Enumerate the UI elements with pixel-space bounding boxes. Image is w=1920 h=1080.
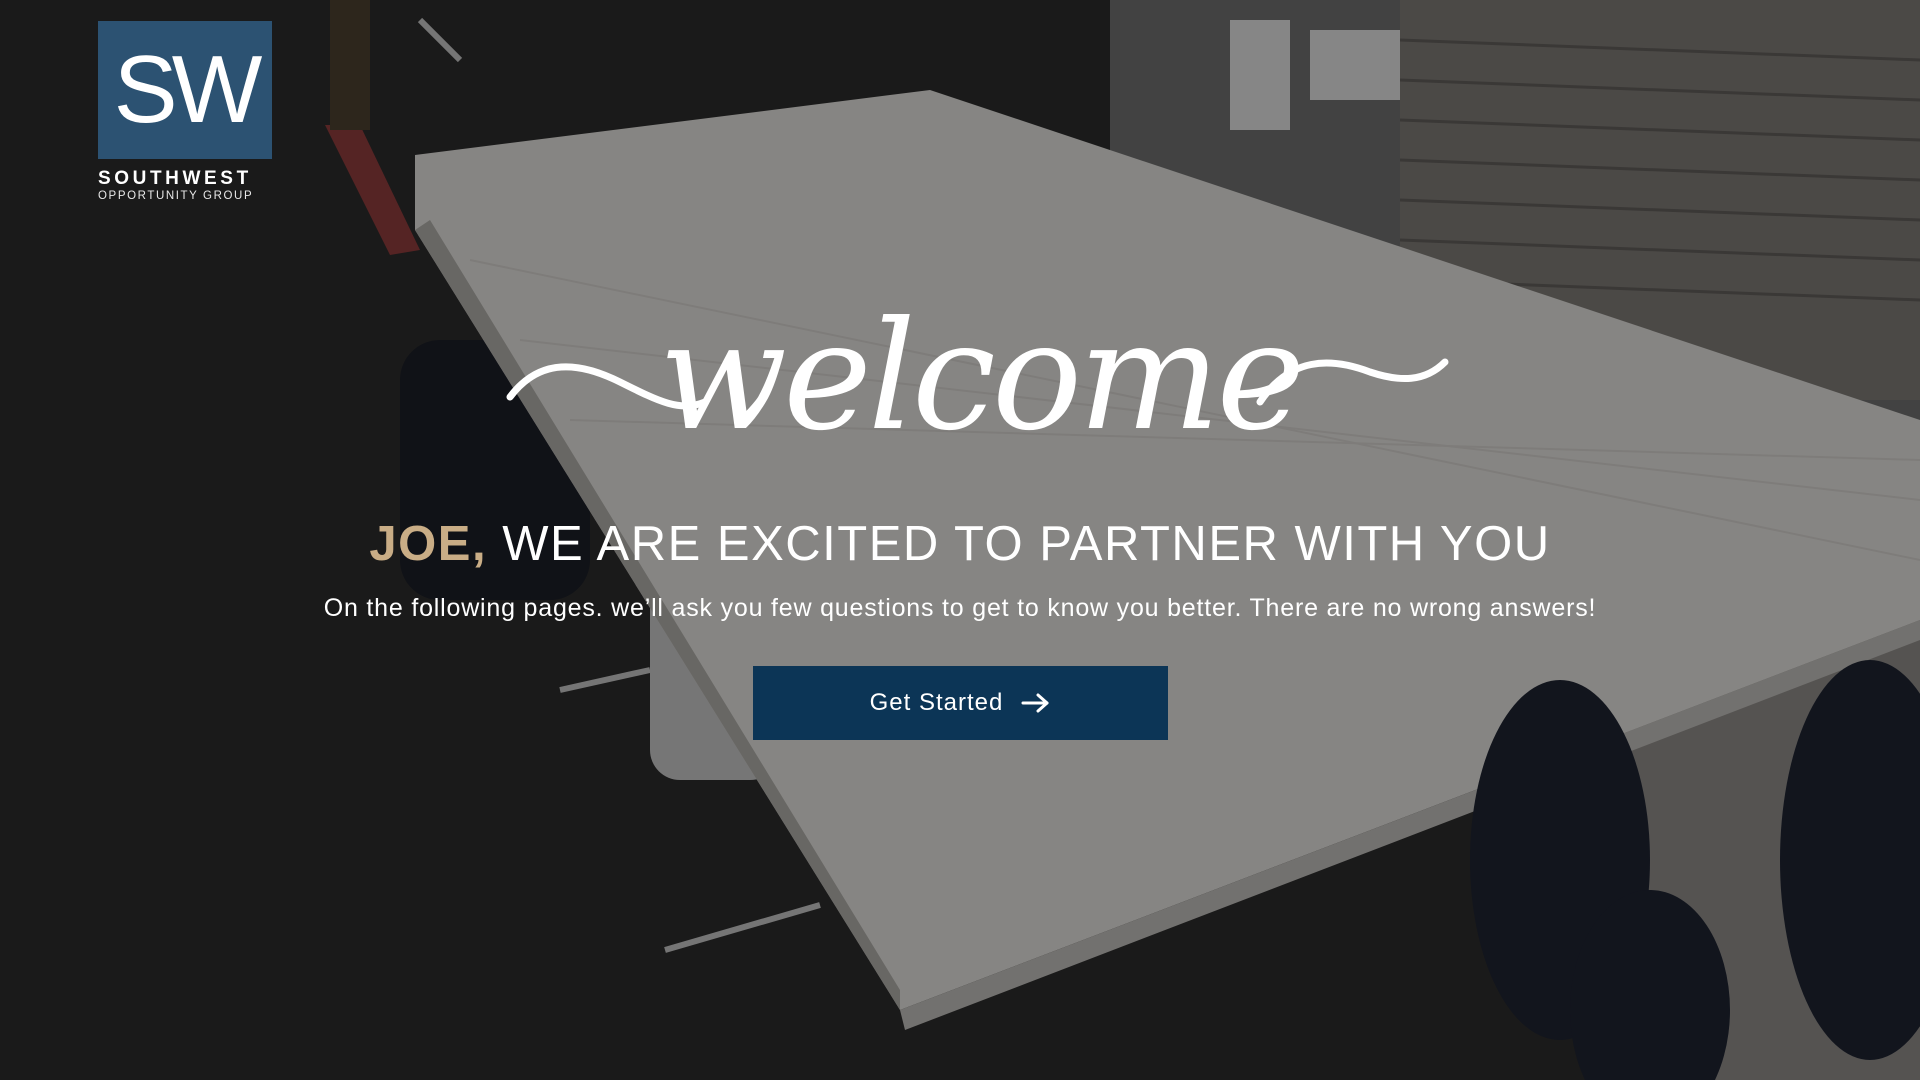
welcome-script: welcome <box>658 290 1305 464</box>
brand-logo[interactable]: SW SOUTHWEST OPPORTUNITY GROUP <box>98 21 272 203</box>
headline-text: WE ARE EXCITED TO PARTNER WITH YOU <box>487 517 1551 571</box>
get-started-label: Get Started <box>869 689 1004 716</box>
intro-text: On the following pages. we’ll ask you fe… <box>323 594 1597 622</box>
arrow-right-icon <box>1021 693 1049 713</box>
welcome-page: SW SOUTHWEST OPPORTUNITY GROUP welcome J… <box>0 0 1920 1080</box>
get-started-button[interactable]: Get Started <box>753 666 1168 740</box>
logo-name: SOUTHWEST <box>98 168 252 189</box>
headline: JOE, WE ARE EXCITED TO PARTNER WITH YOU <box>0 512 1920 576</box>
logo-subtitle: OPPORTUNITY GROUP <box>98 190 254 202</box>
logo-mark: SW <box>98 21 272 159</box>
welcome-title: welcome <box>500 262 1460 492</box>
user-name: JOE, <box>369 517 488 571</box>
